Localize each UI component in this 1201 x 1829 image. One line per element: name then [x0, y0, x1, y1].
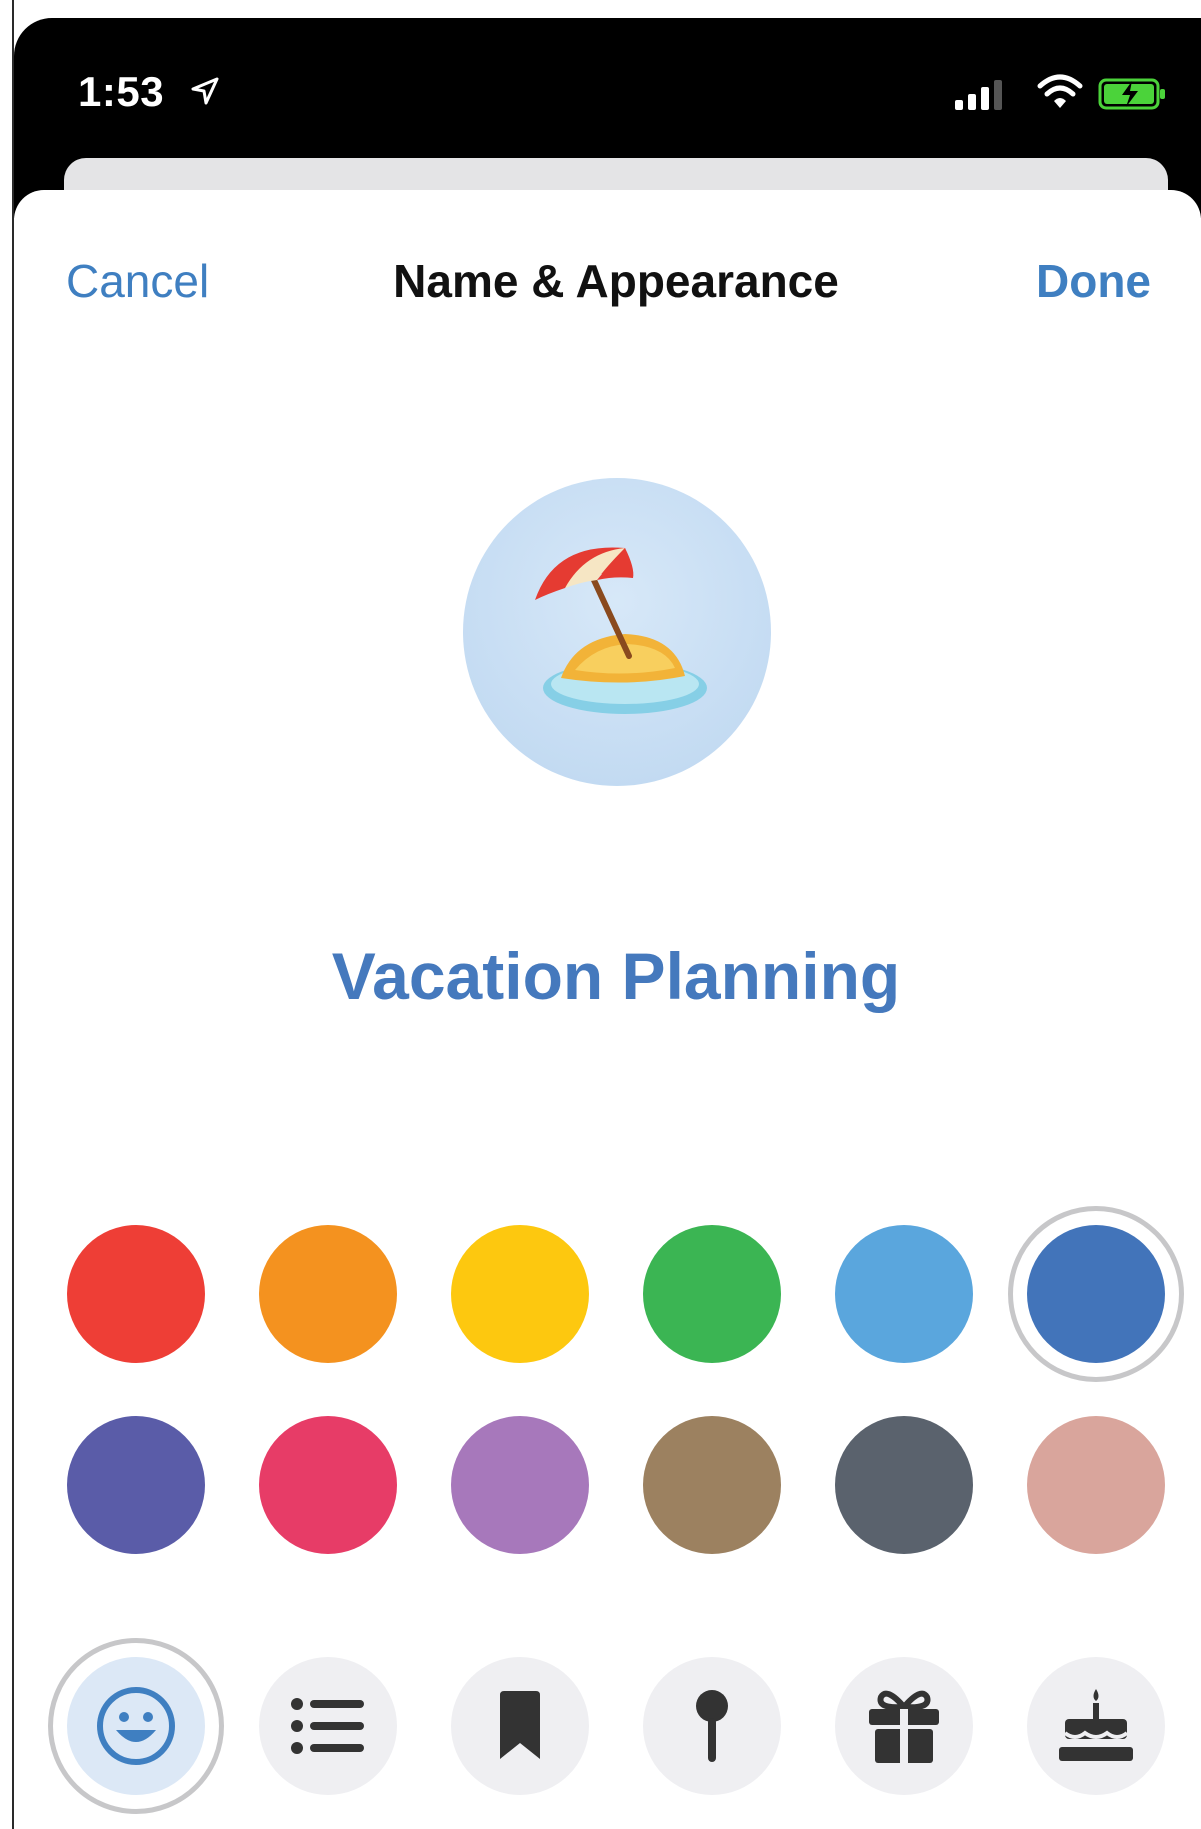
icon-choice-bookmark[interactable]	[451, 1657, 589, 1795]
color-swatch-green[interactable]	[643, 1225, 781, 1363]
color-swatch-brown[interactable]	[643, 1416, 781, 1554]
cake-icon	[1059, 1689, 1133, 1761]
color-swatch-orange[interactable]	[259, 1225, 397, 1363]
smiley-icon	[97, 1687, 175, 1765]
icon-choice-smiley[interactable]	[67, 1657, 205, 1795]
color-swatch-pink[interactable]	[259, 1416, 397, 1554]
icon-choice-gift[interactable]	[835, 1657, 973, 1795]
color-swatch-purple[interactable]	[451, 1416, 589, 1554]
done-button[interactable]: Done	[1036, 254, 1151, 308]
color-swatch-blue[interactable]	[1027, 1225, 1165, 1363]
gift-icon	[869, 1690, 939, 1765]
icon-choice-cake[interactable]	[1027, 1657, 1165, 1795]
page-title: Name & Appearance	[393, 255, 839, 307]
color-swatch-gray[interactable]	[835, 1416, 973, 1554]
cell-signal-icon	[955, 80, 1002, 110]
list-name-field[interactable]: Vacation Planning	[0, 938, 1201, 1014]
color-swatch-rose[interactable]	[1027, 1416, 1165, 1554]
list-icon	[291, 1698, 364, 1754]
icon-choice-pin[interactable]	[643, 1657, 781, 1795]
location-arrow-icon	[191, 77, 219, 105]
color-swatch-yellow[interactable]	[451, 1225, 589, 1363]
color-swatch-indigo[interactable]	[67, 1416, 205, 1554]
beach-umbrella-emoji-icon	[535, 547, 707, 714]
wifi-icon	[1037, 74, 1083, 108]
bookmark-icon	[500, 1691, 540, 1759]
icon-choice-list[interactable]	[259, 1657, 397, 1795]
battery-charging-icon	[1098, 78, 1165, 110]
color-swatch-light-blue[interactable]	[835, 1225, 973, 1363]
list-icon-preview[interactable]	[463, 478, 771, 786]
pin-icon	[696, 1690, 728, 1762]
status-time: 1:53	[78, 68, 165, 115]
color-swatch-red[interactable]	[67, 1225, 205, 1363]
